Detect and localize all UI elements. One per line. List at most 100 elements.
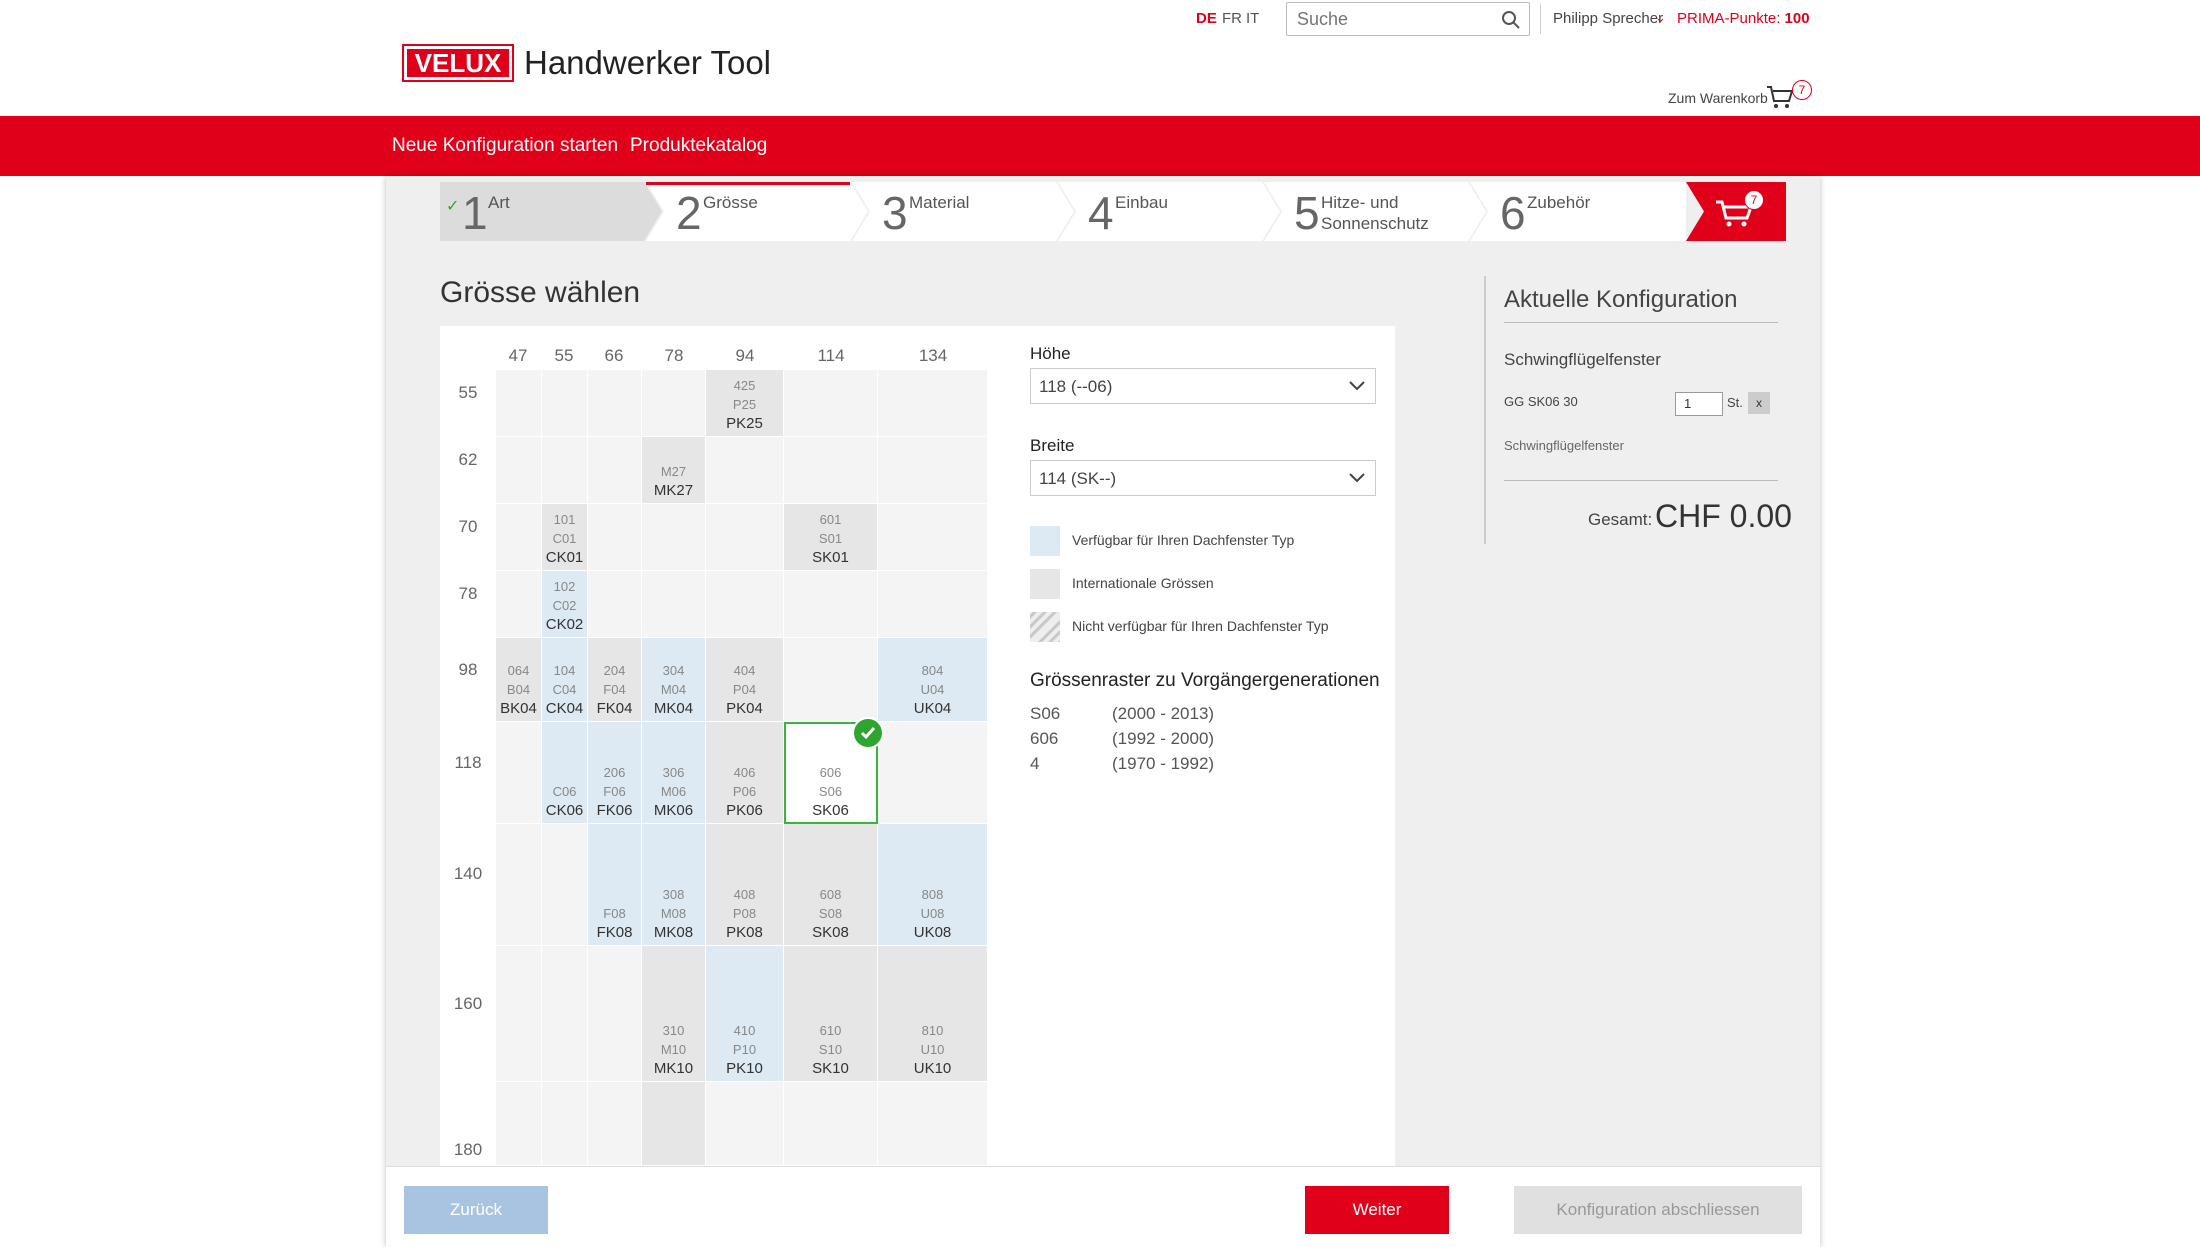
size-cell-ck01[interactable]: 101 C01 CK01 [542, 504, 588, 571]
step-cart-button[interactable]: 7 [1686, 182, 1786, 241]
step-1-art[interactable]: ✓ 1 Art [440, 182, 662, 241]
size-cell-empty [496, 504, 542, 571]
size-cell-empty [588, 437, 642, 504]
size-cell-label: 810 U10 UK10 [878, 1021, 987, 1079]
points-value: 100 [1784, 10, 1810, 27]
size-cell-fk08[interactable]: F08 FK08 [588, 824, 642, 946]
user-name[interactable]: Philipp Sprecher [1553, 10, 1663, 27]
size-cell-empty [496, 437, 542, 504]
lang-it[interactable]: IT [1246, 10, 1259, 27]
selected-check-icon [852, 717, 884, 749]
size-cell-uk08[interactable]: 808 U08 UK08 [878, 824, 988, 946]
size-cell-fk06[interactable]: 206 F06 FK06 [588, 722, 642, 824]
size-cell-empty [588, 370, 642, 437]
size-cell-empty [496, 722, 542, 824]
size-cell-legacy-code: 601 [819, 512, 842, 527]
checkmark-icon: ✓ [446, 198, 460, 215]
size-cell-code: CK02 [545, 616, 584, 633]
chevron-down-icon[interactable]: ⌄ [1655, 10, 1666, 26]
nav-product-catalog[interactable]: Produktekatalog [630, 135, 767, 157]
size-cell-ck02[interactable]: 102 C02 CK02 [542, 571, 588, 638]
next-button[interactable]: Weiter [1305, 1186, 1449, 1234]
grid-row-header: 55 [458, 383, 478, 402]
finish-configuration-button[interactable]: Konfiguration abschliessen [1514, 1186, 1802, 1234]
back-button[interactable]: Zurück [404, 1186, 548, 1234]
width-select-value: 114 (SK--) [1039, 469, 1117, 488]
size-cell-sk08[interactable]: 608 S08 SK08 [784, 824, 878, 946]
size-cell-mk27[interactable]: M27 MK27 [642, 437, 706, 504]
size-cell-fk04[interactable]: 204 F04 FK04 [588, 638, 642, 722]
size-cell-legacy-code: 425 [733, 378, 756, 393]
step-number: 4 [1088, 187, 1114, 239]
step-label: Hitze- und Sonnenschutz [1321, 193, 1429, 233]
size-cell-legacy-code: M27 [660, 464, 687, 479]
lang-fr[interactable]: FR [1222, 10, 1242, 27]
search-input[interactable] [1287, 3, 1487, 35]
size-cell-uk10[interactable]: 810 U10 UK10 [878, 946, 988, 1082]
cart-link[interactable]: Zum Warenkorb [1668, 90, 1768, 106]
size-cell-code: PK04 [726, 700, 763, 717]
prev-code: 4 [1030, 754, 1040, 773]
size-cell-sk01[interactable]: 601 S01 SK01 [784, 504, 878, 571]
size-cell-pk10[interactable]: 410 P10 PK10 [706, 946, 784, 1082]
size-cell-ck04[interactable]: 104 C04 CK04 [542, 638, 588, 722]
quantity-input[interactable]: 1 [1675, 392, 1723, 416]
step-5-hitze-sonnenschutz[interactable]: 5 Hitze- und Sonnenschutz [1264, 182, 1486, 241]
cart-count-badge: 7 [1792, 80, 1812, 100]
size-cell-mk10[interactable]: 310 M10 MK10 [642, 946, 706, 1082]
size-cell-code: MK04 [653, 700, 694, 717]
velux-logo[interactable]: VELUX [402, 44, 514, 82]
size-cell-empty [496, 1082, 542, 1166]
points-label: PRIMA-Punkte: [1677, 10, 1781, 27]
step-label: Einbau [1115, 193, 1168, 212]
size-cell-legacy-code: F08 [603, 906, 626, 921]
size-cell-legacy-code: C06 [552, 784, 577, 799]
height-select[interactable]: 118 (--06) [1030, 368, 1376, 404]
size-cell-label: 064 B04 BK04 [496, 661, 541, 719]
size-cell-legacy-code: 308 [662, 887, 685, 902]
size-cell-legacy-code: B04 [506, 682, 531, 697]
step-2-groesse[interactable]: 2 Grösse [646, 182, 868, 241]
size-cell-legacy-code: 810 [921, 1023, 944, 1038]
size-cell-bk04[interactable]: 064 B04 BK04 [496, 638, 542, 722]
total-value: CHF 0.00 [1655, 498, 1792, 534]
size-cell-uk04[interactable]: 804 U04 UK04 [878, 638, 988, 722]
size-cell-pk08[interactable]: 408 P08 PK08 [706, 824, 784, 946]
grid-row-header: 140 [453, 864, 483, 883]
remove-item-button[interactable]: x [1748, 392, 1770, 414]
step-6-zubehoer[interactable]: 6 Zubehör [1470, 182, 1692, 241]
size-cell-pk06[interactable]: 406 P06 PK06 [706, 722, 784, 824]
size-cell-label: 304 M04 MK04 [642, 661, 705, 719]
lang-de[interactable]: DE [1196, 10, 1217, 27]
step-4-einbau[interactable]: 4 Einbau [1058, 182, 1280, 241]
size-cell-empty [878, 722, 988, 824]
nav-new-configuration[interactable]: Neue Konfiguration starten [392, 135, 618, 157]
grid-column-header: 134 [918, 346, 948, 365]
step-number: 6 [1500, 187, 1526, 239]
size-cell-pk25[interactable]: 425 P25 PK25 [706, 370, 784, 437]
size-cell-legacy-code: M04 [660, 682, 687, 697]
size-cell-mk06[interactable]: 306 M06 MK06 [642, 722, 706, 824]
cart-icon[interactable] [1766, 84, 1794, 110]
legend-available: Verfügbar für Ihren Dachfenster Typ [1072, 532, 1295, 548]
size-cell-empty [784, 571, 878, 638]
size-cell-empty [496, 824, 542, 946]
size-cell-pk04[interactable]: 404 P04 PK04 [706, 638, 784, 722]
grid-column-header: 94 [735, 346, 755, 365]
size-cell-sk10[interactable]: 610 S10 SK10 [784, 946, 878, 1082]
prima-points[interactable]: PRIMA-Punkte: 100 [1677, 10, 1810, 27]
size-cell-ck06[interactable]: C06 CK06 [542, 722, 588, 824]
size-cell-mk08[interactable]: 308 M08 MK08 [642, 824, 706, 946]
config-divider-line [1504, 480, 1778, 481]
size-cell-code: CK01 [545, 549, 584, 566]
step-number: 3 [882, 187, 908, 239]
size-cell-code: FK08 [596, 924, 633, 941]
search-icon[interactable] [1501, 10, 1521, 30]
size-cell-label: 808 U08 UK08 [878, 885, 987, 943]
step-3-material[interactable]: 3 Material [852, 182, 1074, 241]
size-cell-mk04[interactable]: 304 M04 MK04 [642, 638, 706, 722]
size-cell-code: FK04 [596, 700, 633, 717]
size-cell-legacy-code: 606 [819, 765, 842, 780]
width-select[interactable]: 114 (SK--) [1030, 460, 1376, 496]
size-cell-legacy-code: P04 [732, 682, 757, 697]
